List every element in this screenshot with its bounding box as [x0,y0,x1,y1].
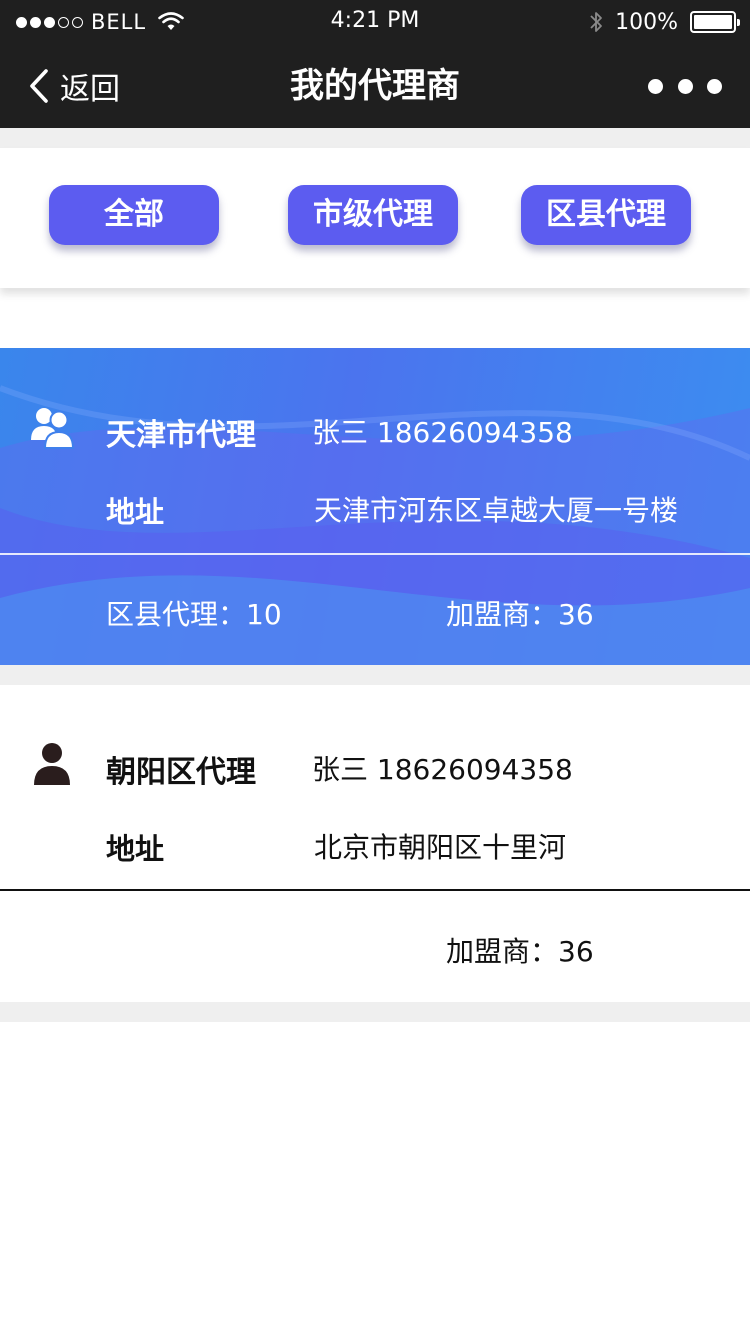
agent-contact: 张三 18626094358 [312,753,573,786]
user-icon [34,743,70,785]
agent-card-tianjin[interactable]: 天津市代理 张三 18626094358 地址 天津市河东区卓越大厦一号楼 区县… [0,348,750,665]
district-agent-count: 区县代理：10 [106,598,282,631]
chevron-left-icon [30,69,48,103]
agent-contact: 张三 18626094358 [312,416,573,449]
filter-panel: 全部 市级代理 区县代理 [0,148,750,288]
filter-district-agent-button[interactable]: 区县代理 [521,185,691,245]
card-separator [0,1002,750,1022]
top-bar: BELL 4:21 PM 100% 返回 我的代理商 [0,0,750,128]
section-gap [0,128,750,148]
more-dots-icon[interactable] [648,72,722,100]
back-button[interactable]: 返回 [28,64,120,108]
nav-bar: 返回 我的代理商 [0,44,750,128]
address-label: 地址 [106,832,165,866]
battery-icon [690,11,740,33]
address-label: 地址 [106,495,165,529]
agent-card-chaoyang[interactable]: 朝阳区代理 张三 18626094358 地址 北京市朝阳区十里河 加盟商：36 [0,685,750,1002]
card-divider [0,553,750,555]
agent-address: 北京市朝阳区十里河 [314,831,567,864]
agent-address: 天津市河东区卓越大厦一号楼 [314,494,679,527]
agent-name: 朝阳区代理 [106,755,256,790]
filter-all-button[interactable]: 全部 [49,185,219,245]
card-separator [0,665,750,685]
filter-city-agent-button[interactable]: 市级代理 [288,185,458,245]
bluetooth-icon [590,12,602,32]
franchisee-count: 加盟商：36 [446,598,594,631]
status-right: 100% [589,8,740,36]
group-users-icon [31,408,74,449]
card-divider [0,889,750,891]
battery-percentage: 100% [615,9,678,35]
agent-name: 天津市代理 [106,418,256,453]
franchisee-count: 加盟商：36 [446,935,594,968]
back-label: 返回 [60,72,120,107]
status-bar: BELL 4:21 PM 100% [0,0,750,44]
